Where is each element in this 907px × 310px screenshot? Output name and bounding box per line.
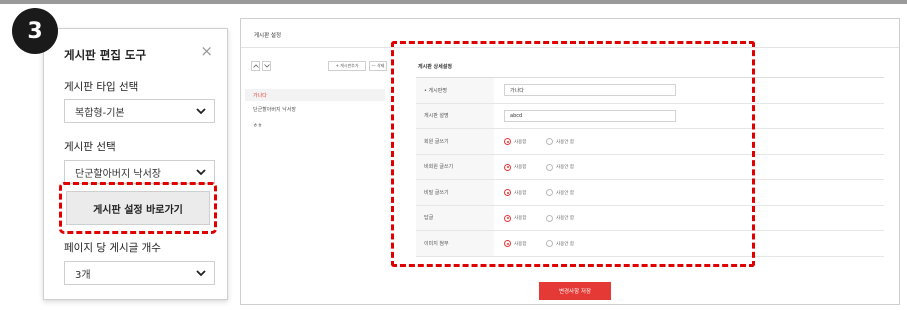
close-icon[interactable]: ×: [200, 42, 213, 60]
board-select[interactable]: 단군할아버지 낙서장: [64, 160, 215, 184]
posts-per-page-select[interactable]: 3개: [64, 261, 215, 285]
radio-disable[interactable]: 사용안 함: [546, 138, 574, 145]
settings-row-label: 이미지 첨부: [416, 231, 494, 256]
chevron-down-icon: [196, 169, 206, 176]
tool-panel-title: 게시판 편집 도구: [64, 48, 147, 62]
radio-enable[interactable]: 사용함: [504, 214, 527, 222]
radio-unchecked-icon: [546, 163, 553, 171]
radio-enable[interactable]: 사용함: [504, 189, 526, 196]
posts-per-page-label: 페이지 당 게시글 개수: [64, 242, 161, 254]
radio-checked-icon: [504, 240, 511, 247]
radio-unchecked-icon: [546, 138, 553, 145]
save-changes-button[interactable]: 변경사항 저장: [539, 282, 611, 300]
board-select-value: 단군할아버지 낙서장: [75, 168, 161, 180]
radio-label: 사용함: [514, 190, 527, 196]
radio-label: 사용안 함: [556, 165, 574, 170]
radio-checked-icon: [504, 138, 511, 145]
add-board-button[interactable]: + 게시판추가: [328, 61, 366, 71]
chevron-down-icon: [196, 270, 206, 277]
board-type-value: 복합형-기본: [75, 107, 125, 119]
divider: [241, 47, 899, 48]
settings-row-label: 게시판 설명: [416, 103, 494, 128]
radio-disable[interactable]: 사용안 함: [546, 189, 574, 196]
settings-row-label: 회원 글쓰기: [416, 129, 494, 154]
settings-text-field[interactable]: 가나다: [504, 84, 676, 96]
settings-row-label: 비밀 글쓰기: [416, 180, 494, 205]
board-list: + 게시판추가 — 삭제 가나다 단군할아버지 낙서장 ㅎㅎ: [245, 55, 387, 275]
settings-row: 이미지 첨부 사용함 사용안 함: [416, 231, 884, 257]
page-title: 게시판 설정: [254, 33, 282, 39]
settings-row: 회원 글쓰기 사용함 사용안 함: [416, 129, 884, 155]
radio-unchecked-icon: [546, 189, 553, 196]
radio-label: 사용안 함: [556, 216, 574, 221]
step-badge: 3: [12, 8, 58, 54]
radio-unchecked-icon: [546, 214, 553, 222]
board-type-select[interactable]: 복합형-기본: [64, 99, 215, 123]
settings-row-label: • 게시판명: [416, 78, 494, 103]
radio-checked-icon: [504, 163, 511, 171]
board-select-label: 게시판 선택: [64, 141, 116, 153]
detail-title: 게시판 상세설정: [418, 64, 452, 70]
settings-row: 비회원 글쓰기 사용함 사용안 함: [416, 154, 884, 180]
radio-enable[interactable]: 사용함: [504, 163, 527, 171]
board-list-item[interactable]: 가나다: [253, 92, 267, 99]
move-up-button[interactable]: [251, 61, 260, 71]
delete-board-button[interactable]: — 삭제: [369, 61, 387, 71]
posts-per-page-value: 3개: [75, 269, 91, 281]
radio-disable[interactable]: 사용안 함: [546, 240, 574, 247]
settings-row: 답글 사용함 사용안 함: [416, 205, 884, 231]
radio-label: 사용함: [514, 216, 527, 221]
board-settings-page: 게시판 설정 + 게시판추가 — 삭제 가나다 단군할아버지 낙서장 ㅎㅎ 게시…: [240, 18, 900, 305]
radio-checked-icon: [504, 189, 511, 196]
board-type-label: 게시판 타입 선택: [64, 81, 139, 93]
board-settings-shortcut-button[interactable]: 게시판 설정 바로가기: [66, 191, 210, 225]
radio-label: 사용함: [514, 139, 527, 145]
settings-row: 게시판 설명 abcd: [416, 103, 884, 129]
radio-disable[interactable]: 사용안 함: [546, 214, 574, 222]
radio-checked-icon: [504, 214, 511, 222]
radio-enable[interactable]: 사용함: [504, 240, 526, 247]
settings-text-field[interactable]: abcd: [504, 109, 676, 122]
move-down-button[interactable]: [262, 61, 271, 71]
radio-label: 사용함: [514, 241, 527, 247]
settings-row: 비밀 글쓰기 사용함 사용안 함: [416, 180, 884, 206]
board-list-item[interactable]: ㅎㅎ: [253, 122, 262, 129]
radio-disable[interactable]: 사용안 함: [546, 163, 574, 171]
radio-unchecked-icon: [546, 240, 553, 247]
radio-label: 사용안 함: [556, 190, 574, 196]
detail-table: • 게시판명 가나다 게시판 설명 abcd 회원 글쓰기 사용함 사용안 함 비회원 글쓰기…: [416, 77, 884, 257]
board-list-item[interactable]: 단군할아버지 낙서장: [253, 106, 296, 113]
board-edit-tool-panel: 게시판 편집 도구 × 게시판 타입 선택 복합형-기본 게시판 선택 단군할아…: [43, 28, 228, 300]
settings-row-label: 비회원 글쓰기: [416, 154, 494, 179]
top-strip: [0, 0, 907, 4]
radio-label: 사용안 함: [556, 241, 574, 247]
settings-row: • 게시판명 가나다: [416, 78, 884, 104]
radio-enable[interactable]: 사용함: [504, 138, 526, 145]
settings-row-label: 답글: [416, 205, 494, 230]
radio-label: 사용안 함: [556, 139, 574, 145]
chevron-up-icon: [252, 64, 259, 68]
radio-label: 사용함: [514, 165, 527, 170]
tutorial-screenshot: 3 게시판 편집 도구 × 게시판 타입 선택 복합형-기본 게시판 선택 단군…: [0, 0, 907, 310]
chevron-down-icon: [263, 64, 270, 68]
chevron-down-icon: [196, 108, 206, 115]
